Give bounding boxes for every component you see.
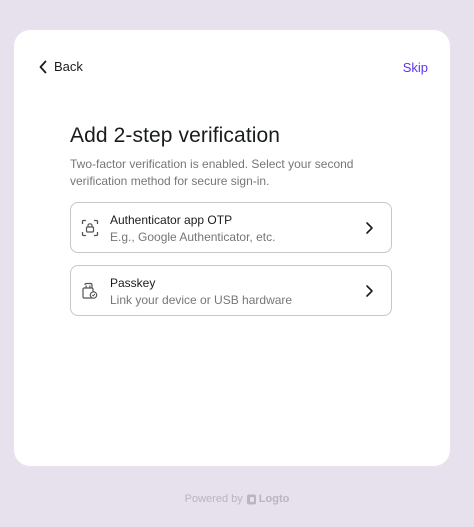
back-label: Back (54, 59, 83, 74)
skip-link[interactable]: Skip (403, 60, 428, 75)
passkey-icon (82, 282, 98, 299)
powered-by-footer: Powered by Logto (0, 493, 474, 505)
logto-brand-text: Logto (258, 493, 290, 506)
logto-logo: Logto (246, 493, 290, 506)
option-subtitle: Link your device or USB hardware (110, 293, 293, 307)
back-button[interactable]: Back (38, 59, 83, 74)
chevron-right-icon (366, 222, 373, 234)
option-title: Authenticator app OTP (110, 213, 233, 227)
option-subtitle: E.g., Google Authenticator, etc. (110, 230, 276, 244)
chevron-left-icon (39, 60, 47, 73)
option-title: Passkey (110, 276, 156, 290)
page-title: Add 2-step verification (70, 124, 281, 147)
authenticator-app-option[interactable]: Authenticator app OTP E.g., Google Authe… (70, 202, 392, 253)
sign-in-card: Back Skip Add 2-step verification Two-fa… (14, 30, 450, 466)
page-description: Two-factor verification is enabled. Sele… (70, 157, 354, 188)
authenticator-app-icon (81, 219, 99, 237)
chevron-right-icon (366, 285, 373, 297)
passkey-option[interactable]: Passkey Link your device or USB hardware (70, 265, 392, 316)
powered-by-label: Powered by (184, 493, 243, 505)
logto-logo-icon (246, 494, 256, 505)
